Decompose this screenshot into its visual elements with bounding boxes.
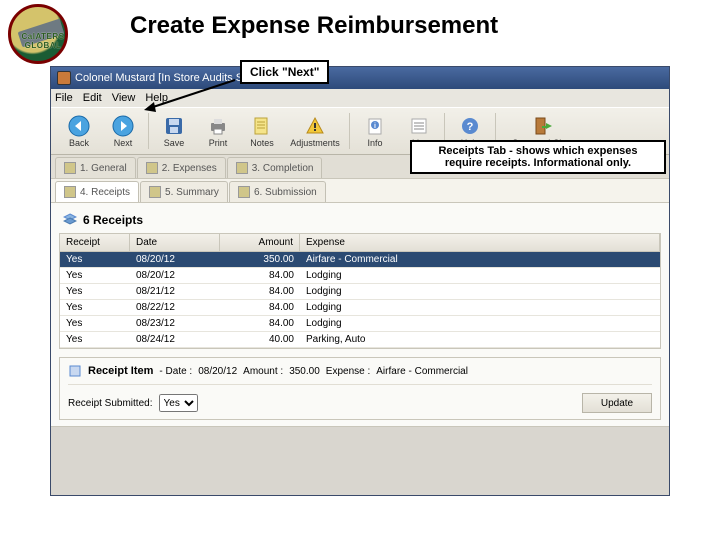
app-icon <box>57 71 71 85</box>
info-button[interactable]: i Info <box>353 109 397 153</box>
receipts-stack-icon <box>63 213 77 227</box>
notes-button[interactable]: Notes <box>240 109 284 153</box>
update-button[interactable]: Update <box>582 393 652 413</box>
table-row[interactable]: Yes 08/24/12 40.00 Parking, Auto <box>60 332 660 348</box>
print-button[interactable]: Print <box>196 109 240 153</box>
calaters-logo: CalATERS GLOBAL <box>8 4 78 74</box>
list-icon <box>408 115 430 137</box>
subtab-submission[interactable]: 6. Submission <box>229 181 326 202</box>
tab-general[interactable]: 1. General <box>55 157 136 178</box>
save-button[interactable]: Save <box>152 109 196 153</box>
door-exit-icon <box>533 115 555 137</box>
app-window: Colonel Mustard [In Store Audits Sept. 2… <box>50 66 670 496</box>
receipts-panel: 6 Receipts Receipt Date Amount Expense Y… <box>51 203 669 427</box>
menubar: File Edit View Help <box>51 89 669 107</box>
logo-text: CalATERS GLOBAL <box>8 32 78 50</box>
table-row[interactable]: Yes 08/20/12 84.00 Lodging <box>60 268 660 284</box>
grid-header: Receipt Date Amount Expense <box>60 234 660 252</box>
window-titlebar: Colonel Mustard [In Store Audits Sept. 2… <box>51 67 669 89</box>
next-arrow-icon <box>112 115 134 137</box>
table-row[interactable]: Yes 08/20/12 350.00 Airfare - Commercial <box>60 252 660 268</box>
svg-text:?: ? <box>467 121 474 133</box>
page-title: Create Expense Reimbursement <box>130 12 498 40</box>
detail-amount-value: 350.00 <box>289 366 320 377</box>
receipts-count-label: 6 Receipts <box>83 213 143 227</box>
menu-view[interactable]: View <box>112 92 136 104</box>
help-icon: ? <box>459 115 481 137</box>
adjustments-button[interactable]: Adjustments <box>284 109 346 153</box>
receipt-submitted-label: Receipt Submitted: <box>68 398 153 409</box>
subtab-summary[interactable]: 5. Summary <box>140 181 228 202</box>
tab-expenses[interactable]: 2. Expenses <box>137 157 226 178</box>
next-button[interactable]: Next <box>101 109 145 153</box>
receipt-submitted-select[interactable]: Yes <box>159 394 198 412</box>
list-button[interactable]: List <box>397 109 441 153</box>
notes-icon <box>251 115 273 137</box>
table-row[interactable]: Yes 08/23/12 84.00 Lodging <box>60 316 660 332</box>
subtab-receipts[interactable]: 4. Receipts <box>55 181 139 202</box>
toolbar: Back Next Save Print Notes <box>51 107 669 155</box>
receipt-detail-panel: Receipt Item - Date : 08/20/12 Amount : … <box>59 357 661 420</box>
svg-text:i: i <box>374 123 376 130</box>
window-title: Colonel Mustard [In Store Audits Sept. 2… <box>75 72 292 84</box>
floppy-icon <box>163 115 185 137</box>
printer-icon <box>207 115 229 137</box>
table-row[interactable]: Yes 08/21/12 84.00 Lodging <box>60 284 660 300</box>
back-button[interactable]: Back <box>57 109 101 153</box>
menu-help[interactable]: Help <box>145 92 168 104</box>
detail-expense-value: Airfare - Commercial <box>376 366 468 377</box>
help-button[interactable]: ? Help <box>448 109 492 153</box>
menu-file[interactable]: File <box>55 92 73 104</box>
main-tabs: 1. General 2. Expenses 3. Completion <box>51 155 669 179</box>
back-arrow-icon <box>68 115 90 137</box>
sub-tabs: 4. Receipts 5. Summary 6. Submission <box>51 179 669 203</box>
col-header-date[interactable]: Date <box>130 234 220 251</box>
table-row[interactable]: Yes 08/22/12 84.00 Lodging <box>60 300 660 316</box>
info-icon: i <box>364 115 386 137</box>
col-header-expense[interactable]: Expense <box>300 234 660 251</box>
col-header-receipt[interactable]: Receipt <box>60 234 130 251</box>
detail-date-value: 08/20/12 <box>198 366 237 377</box>
col-header-amount[interactable]: Amount <box>220 234 300 251</box>
receipt-item-icon <box>68 364 82 378</box>
save-and-close-button[interactable]: Save and Close <box>499 109 589 153</box>
receipts-grid: Receipt Date Amount Expense Yes 08/20/12… <box>59 233 661 349</box>
receipt-item-label: Receipt Item <box>88 365 153 377</box>
warning-icon <box>304 115 326 137</box>
menu-edit[interactable]: Edit <box>83 92 102 104</box>
tab-completion[interactable]: 3. Completion <box>227 157 323 178</box>
